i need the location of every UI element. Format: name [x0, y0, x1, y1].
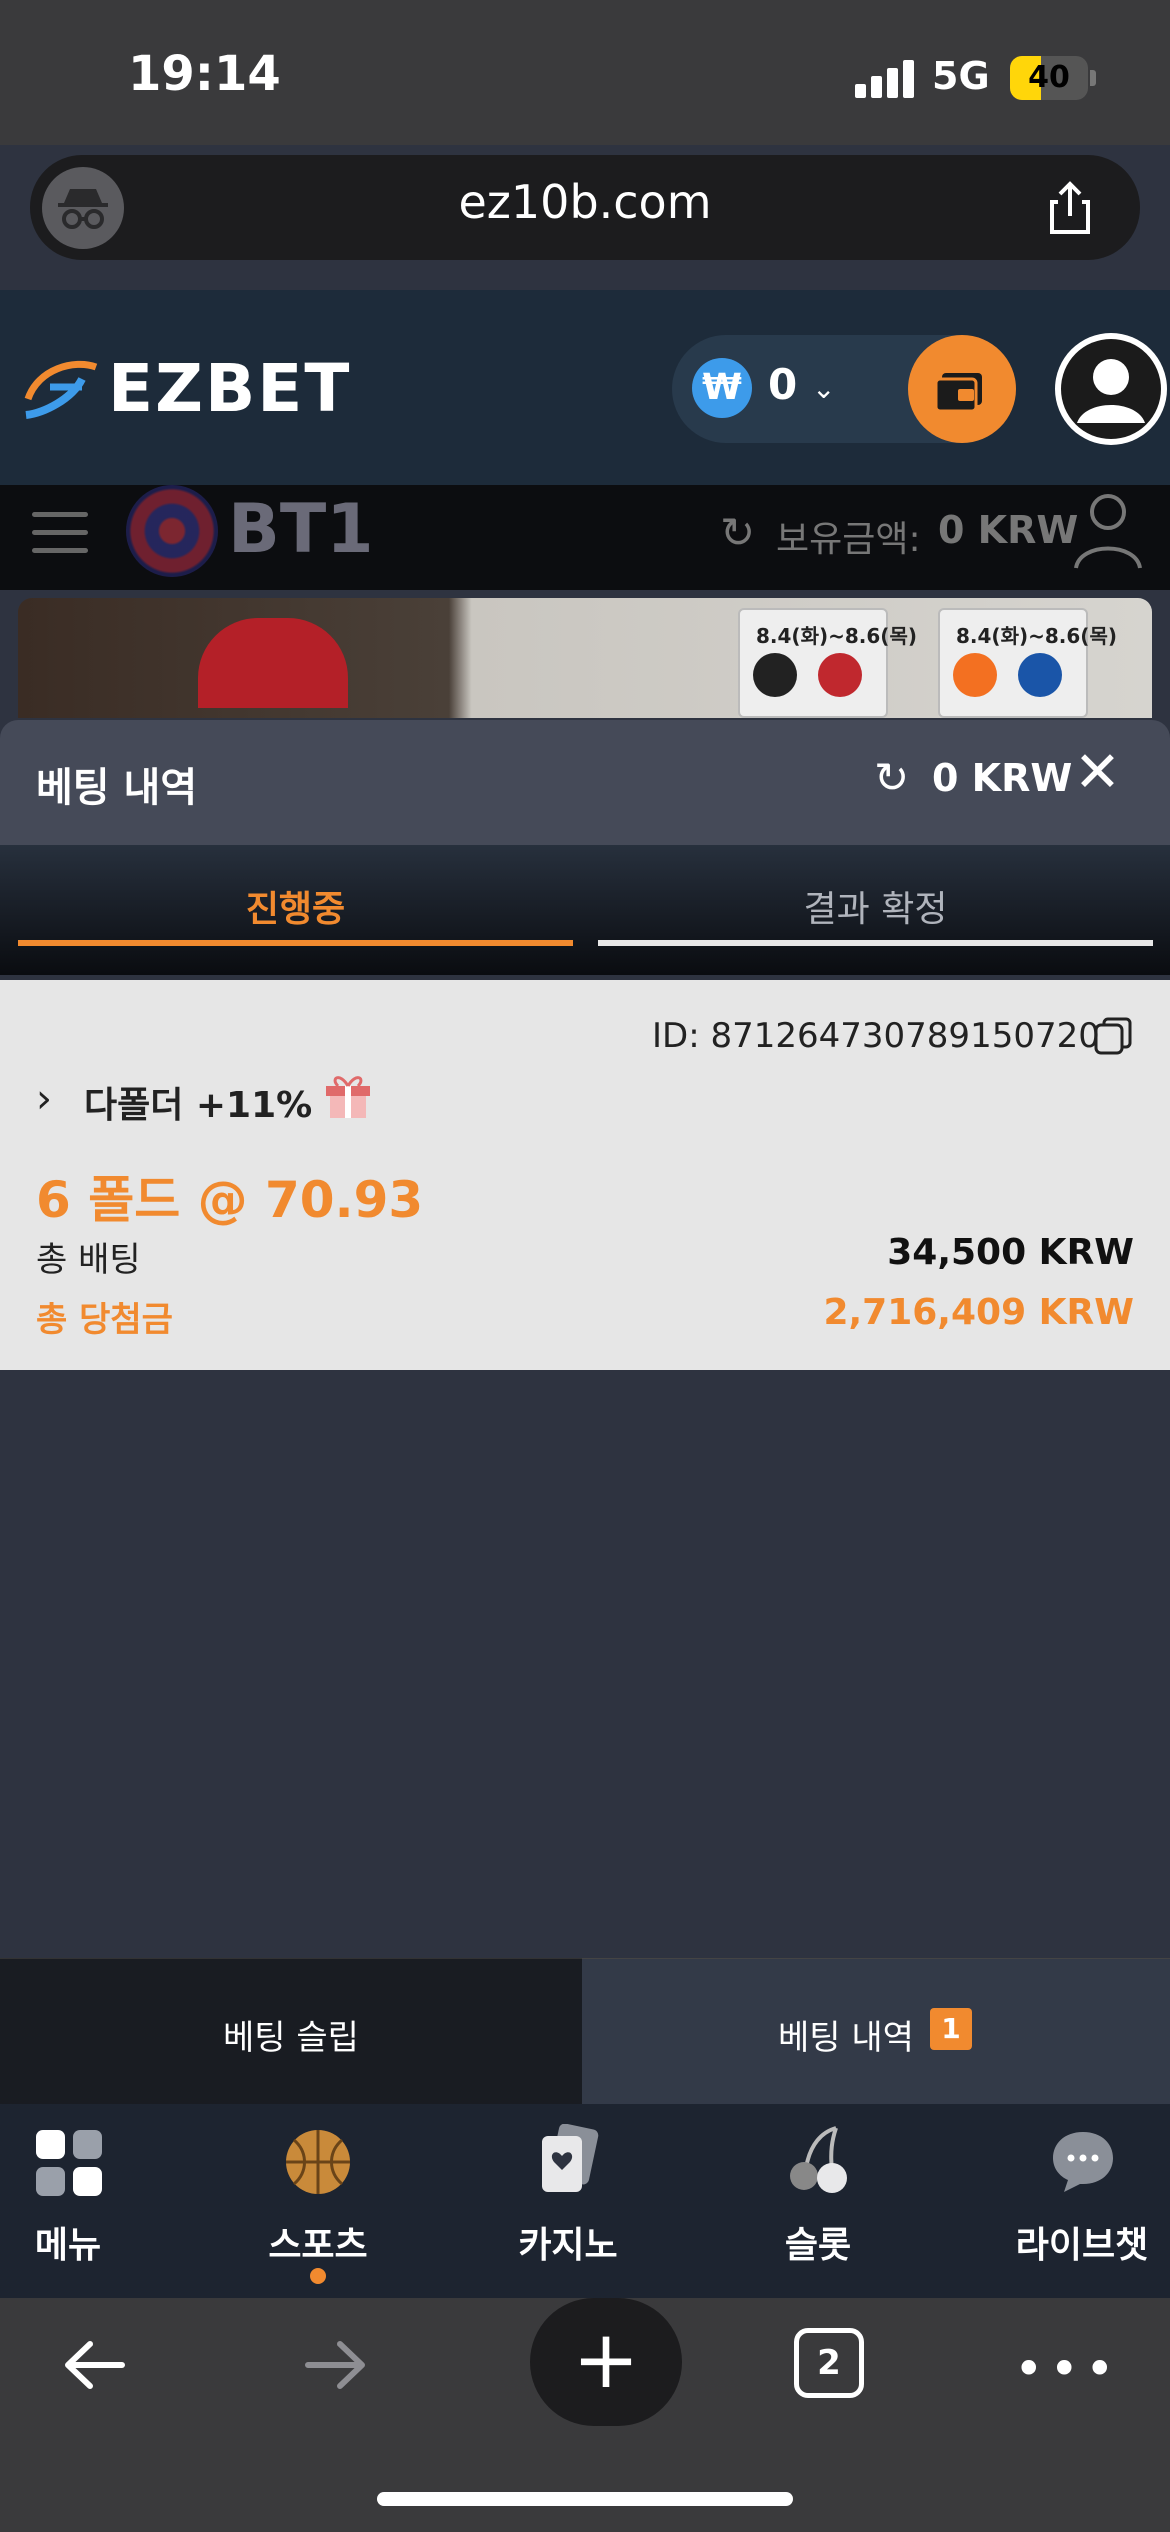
chat-icon[interactable]	[1050, 2128, 1116, 2194]
forward-icon[interactable]	[300, 2330, 370, 2417]
copy-icon[interactable]	[1092, 1015, 1134, 1057]
more-icon[interactable]: •••	[1014, 2340, 1120, 2398]
balance-value: 0 KRW	[938, 508, 1079, 552]
fold-odds: 6 폴드 @ 70.93	[36, 1171, 424, 1229]
bet-type[interactable]: 다폴더 +11%	[84, 1076, 312, 1128]
team-logo-icon	[818, 653, 862, 697]
brand-logo[interactable]: EZBET	[108, 350, 351, 427]
bet-history-balance: 0 KRW	[932, 756, 1073, 800]
signal-icon	[855, 58, 915, 98]
wallet-value[interactable]: 0	[768, 360, 797, 409]
active-nav-indicator	[310, 2268, 326, 2284]
chevron-right-icon[interactable]: ›	[36, 1076, 52, 1122]
total-bet-label: 총 배팅	[36, 1240, 141, 1280]
total-win-label: 총 당첨금	[36, 1300, 173, 1340]
close-icon[interactable]: ✕	[1074, 740, 1121, 805]
share-icon[interactable]	[1040, 178, 1100, 238]
bet-id-value: 871264730789150720	[710, 1016, 1100, 1056]
refresh-icon[interactable]: ↻	[874, 753, 909, 802]
tab-indicator	[598, 940, 1153, 946]
nav-menu-label[interactable]: 메뉴	[0, 2216, 188, 2268]
battery-icon: 40	[1010, 56, 1088, 100]
promo-banner[interactable]: 8.4(화)~8.6(목) 8.4(화)~8.6(목)	[18, 598, 1152, 718]
bet-history-label[interactable]: 베팅 내역	[778, 2010, 914, 2059]
home-indicator	[377, 2492, 793, 2506]
deposit-button[interactable]	[908, 335, 1016, 443]
total-bet-value: 34,500 KRW	[887, 1232, 1134, 1273]
ezbet-logo-icon[interactable]	[22, 355, 102, 423]
team-logo-icon	[753, 653, 797, 697]
bet-count-badge: 1	[930, 2008, 972, 2050]
nav-livechat-label[interactable]: 라이브챗	[962, 2216, 1170, 2268]
team-logo-icon	[1018, 653, 1062, 697]
incognito-icon[interactable]	[42, 167, 124, 249]
back-icon[interactable]	[60, 2330, 130, 2417]
bet-history-title: 베팅 내역	[36, 765, 198, 811]
nav-sports-label[interactable]: 스포츠	[198, 2216, 438, 2268]
chevron-down-icon[interactable]: ⌄	[812, 372, 835, 405]
network-label: 5G	[932, 54, 990, 98]
tab-indicator-active	[18, 940, 573, 946]
match-date: 8.4(화)~8.6(목)	[956, 624, 1117, 648]
team-logo-icon	[953, 653, 997, 697]
url-text[interactable]: ez10b.com	[300, 175, 870, 229]
bet-id-label: ID:	[652, 1016, 700, 1056]
grid-icon[interactable]	[36, 2130, 102, 2196]
nav-casino-label[interactable]: 카지노	[448, 2216, 688, 2268]
tab-settled[interactable]: 결과 확정	[598, 880, 1153, 932]
won-icon: ₩	[692, 358, 752, 418]
bet-slip-label[interactable]: 베팅 슬립	[0, 2010, 582, 2059]
battery-level: 40	[1028, 60, 1070, 95]
bet-id: ID: 871264730789150720	[652, 1016, 1100, 1056]
total-win-value: 2,716,409 KRW	[823, 1292, 1134, 1333]
nav-slots-label[interactable]: 슬롯	[698, 2216, 938, 2268]
menu-icon[interactable]	[32, 510, 88, 556]
status-time: 19:14	[128, 46, 281, 102]
balance-label: 보유금액:	[776, 519, 921, 560]
profile-button[interactable]	[1055, 333, 1167, 445]
new-tab-button[interactable]: +	[530, 2298, 682, 2426]
gift-icon	[322, 1068, 374, 1120]
battery-tip	[1090, 70, 1096, 86]
bt1-logo-icon	[126, 485, 218, 577]
match-date: 8.4(화)~8.6(목)	[756, 624, 917, 648]
refresh-icon[interactable]: ↻	[720, 508, 755, 557]
cherry-icon[interactable]	[786, 2124, 850, 2196]
cards-icon[interactable]	[536, 2123, 600, 2196]
sponsor-logo: BT1	[228, 490, 374, 569]
tab-in-progress[interactable]: 진행중	[18, 880, 573, 932]
player-image	[198, 618, 348, 708]
tabs-button[interactable]: 2	[794, 2328, 864, 2398]
basketball-icon[interactable]	[284, 2128, 352, 2196]
user-icon[interactable]	[1072, 490, 1144, 570]
